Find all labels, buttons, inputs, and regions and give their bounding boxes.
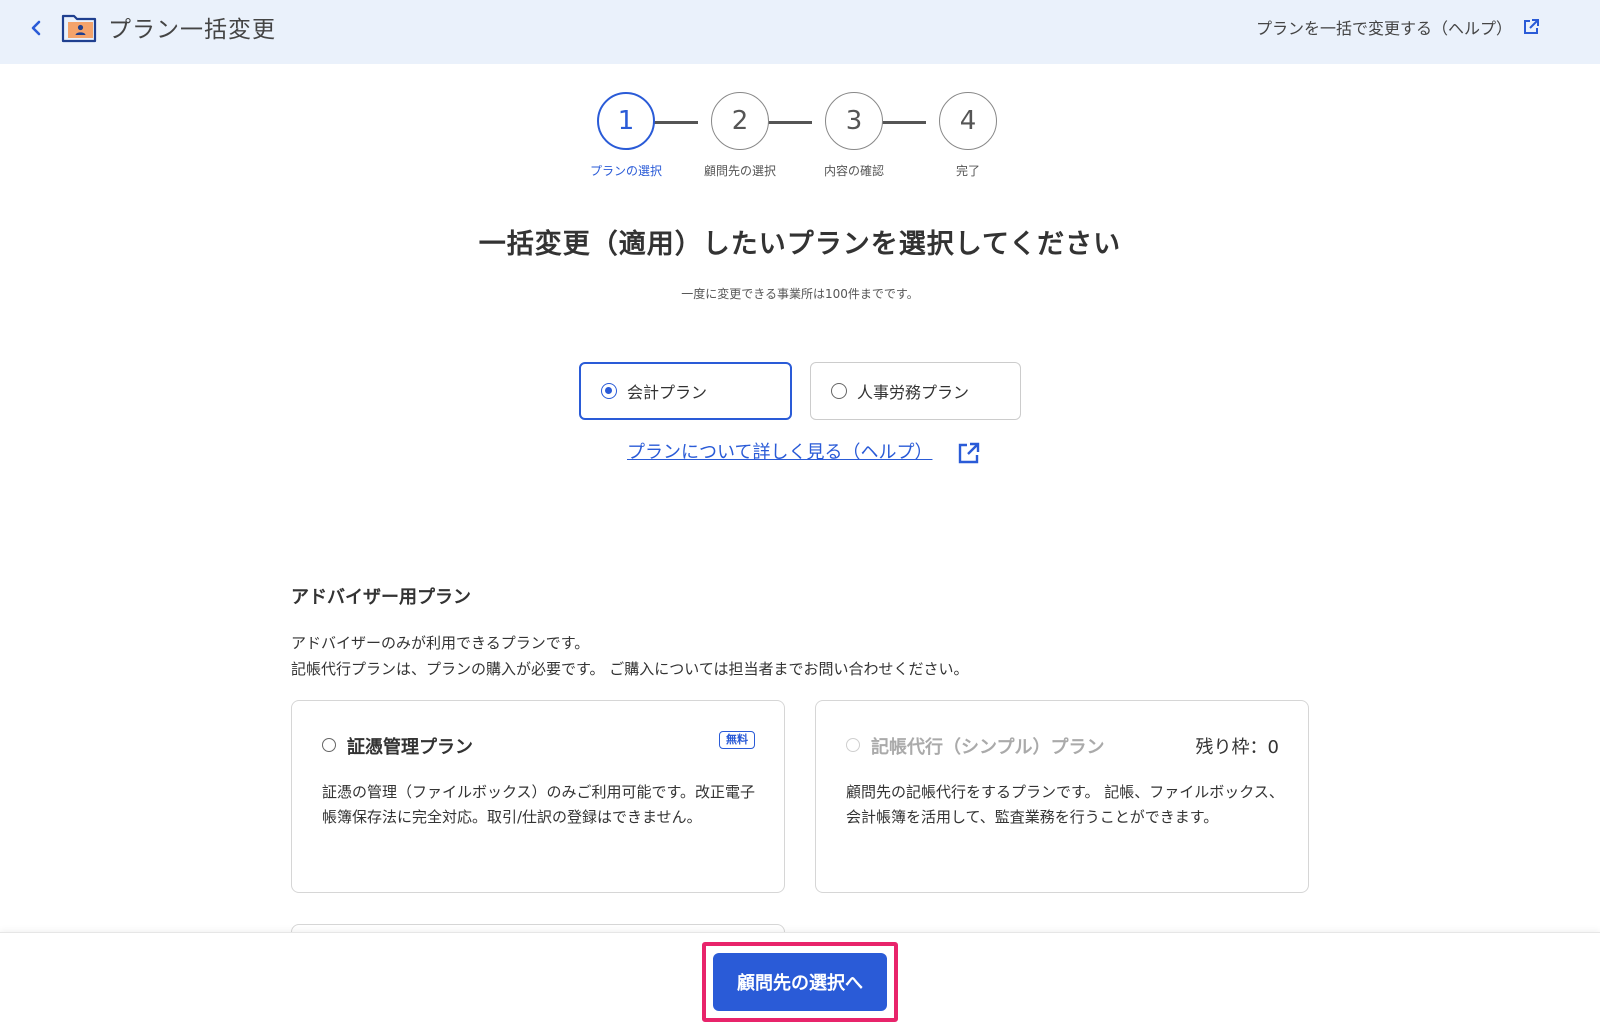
radio-hr[interactable] (831, 383, 847, 399)
step-3-label: 内容の確認 (823, 164, 884, 178)
external-link-icon[interactable] (957, 441, 981, 465)
limit-note: 一度に変更できる事業所は100件までです。 (681, 287, 919, 301)
card-description: 顧問先の記帳代行をするプランです。 記帳、ファイルボックス、会計帳簿を活用して、… (846, 783, 1284, 826)
plan-type-label: 人事労務プラン (857, 383, 970, 402)
step-2-circle: 2 (711, 92, 769, 150)
step-2-label: 顧問先の選択 (703, 164, 776, 178)
radio-bookkeeping-plan (846, 738, 860, 752)
plan-type-label: 会計プラン (627, 383, 708, 402)
radio-accounting[interactable] (601, 383, 617, 399)
page-title: プラン一括変更 (108, 17, 276, 43)
card-description: 証憑の管理（ファイルボックス）のみご利用可能です。改正電子帳簿保存法に完全対応。… (322, 783, 756, 826)
section-title: アドバイザー用プラン (291, 587, 471, 608)
card-title: 記帳代行（シンプル）プラン (871, 737, 1105, 758)
remaining-slots: 残り枠：0 (1195, 737, 1279, 758)
header: プラン一括変更 プランを一括で変更する（ヘルプ） (0, 0, 1600, 64)
section-desc-line: アドバイザーのみが利用できるプランです。 (291, 634, 590, 652)
folder-user-icon (61, 14, 97, 43)
step-4-label: 完了 (955, 164, 980, 178)
next-button[interactable]: 顧問先の選択へ (713, 953, 887, 1011)
header-help-link[interactable]: プランを一括で変更する（ヘルプ） (1256, 15, 1512, 39)
stepper: 1 2 3 4 プランの選択 顧問先の選択 内容の確認 完了 (580, 90, 1020, 190)
step-4-circle: 4 (939, 92, 997, 150)
page: プラン一括変更 プランを一括で変更する（ヘルプ） 1 2 3 4 プランの選択 … (0, 0, 1600, 1029)
main-heading: 一括変更（適用）したいプランを選択してください (478, 229, 1122, 260)
plan-help-link[interactable]: プランについて詳しく見る（ヘルプ） (627, 438, 932, 464)
radio-document-plan[interactable] (322, 738, 336, 752)
step-1-circle: 1 (597, 92, 655, 150)
card-title: 証憑管理プラン (347, 737, 473, 758)
plan-type-accounting[interactable]: 会計プラン (579, 362, 792, 420)
plan-card-bookkeeping: 記帳代行（シンプル）プラン 残り枠：0 顧問先の記帳代行をするプランです。 記帳… (815, 700, 1309, 893)
free-badge: 無料 (719, 731, 755, 749)
external-link-icon[interactable] (1522, 18, 1540, 36)
back-button[interactable] (22, 14, 50, 42)
chevron-left-icon (31, 20, 41, 36)
plan-type-hr[interactable]: 人事労務プラン (810, 362, 1021, 420)
section-description: アドバイザーのみが利用できるプランです。 記帳代行プランは、プランの購入が必要で… (291, 630, 969, 682)
step-3-circle: 3 (825, 92, 883, 150)
plan-card-document[interactable]: 証憑管理プラン 無料 証憑の管理（ファイルボックス）のみご利用可能です。改正電子… (291, 700, 785, 893)
section-desc-line: 記帳代行プランは、プランの購入が必要です。 ご購入については担当者までお問い合わ… (291, 660, 969, 678)
step-1-label: プランの選択 (589, 164, 662, 178)
